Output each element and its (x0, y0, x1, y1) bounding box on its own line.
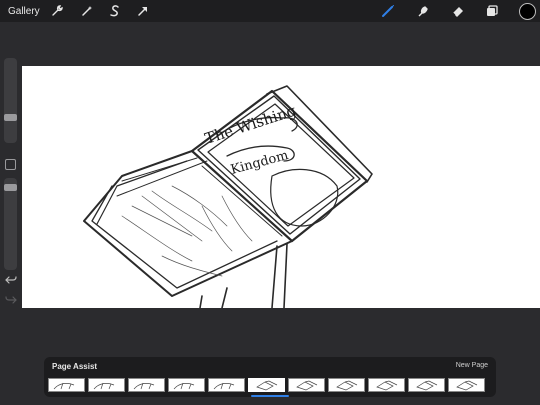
color-swatch[interactable] (519, 3, 536, 20)
wrench-icon[interactable] (48, 0, 66, 22)
page-thumbnail-10[interactable] (408, 378, 445, 392)
transform-arrow-icon[interactable] (134, 0, 152, 22)
new-page-button[interactable]: New Page (456, 362, 488, 369)
brush-size-handle[interactable] (4, 114, 17, 121)
layers-icon[interactable] (483, 0, 501, 22)
page-thumbnail-1[interactable] (48, 378, 85, 392)
magic-wand-icon[interactable] (78, 0, 96, 22)
opacity-handle[interactable] (4, 184, 17, 191)
page-thumbnail-2[interactable] (88, 378, 125, 392)
page-thumbnail-9[interactable] (368, 378, 405, 392)
brush-size-slider[interactable] (4, 58, 17, 143)
drawing-canvas[interactable]: The Wishing Kingdom (22, 66, 540, 308)
undo-icon[interactable] (4, 274, 17, 286)
redo-icon[interactable] (4, 294, 17, 306)
page-thumbnail-7[interactable] (288, 378, 325, 392)
page-thumbnail-11[interactable] (448, 378, 485, 392)
page-thumbnail-8[interactable] (328, 378, 365, 392)
sketch-artwork: The Wishing Kingdom (83, 85, 373, 308)
selection-s-icon[interactable] (106, 0, 124, 22)
page-thumbnails (48, 378, 485, 392)
page-thumbnail-5[interactable] (208, 378, 245, 392)
page-thumbnail-4[interactable] (168, 378, 205, 392)
page-assist-title: Page Assist (52, 362, 98, 371)
selected-page-indicator (251, 395, 289, 397)
modify-button[interactable] (5, 159, 16, 170)
opacity-slider[interactable] (4, 178, 17, 270)
smudge-icon[interactable] (414, 0, 432, 22)
page-thumbnail-6[interactable] (248, 378, 285, 392)
top-toolbar: Gallery (0, 0, 540, 22)
sketch-title-line2: Kingdom (229, 148, 290, 178)
brush-icon[interactable] (379, 0, 397, 22)
page-thumbnail-3[interactable] (128, 378, 165, 392)
gallery-button[interactable]: Gallery (8, 0, 40, 22)
left-sidebar (2, 58, 19, 308)
eraser-icon[interactable] (449, 0, 467, 22)
page-assist-panel: Page Assist New Page (44, 357, 496, 397)
